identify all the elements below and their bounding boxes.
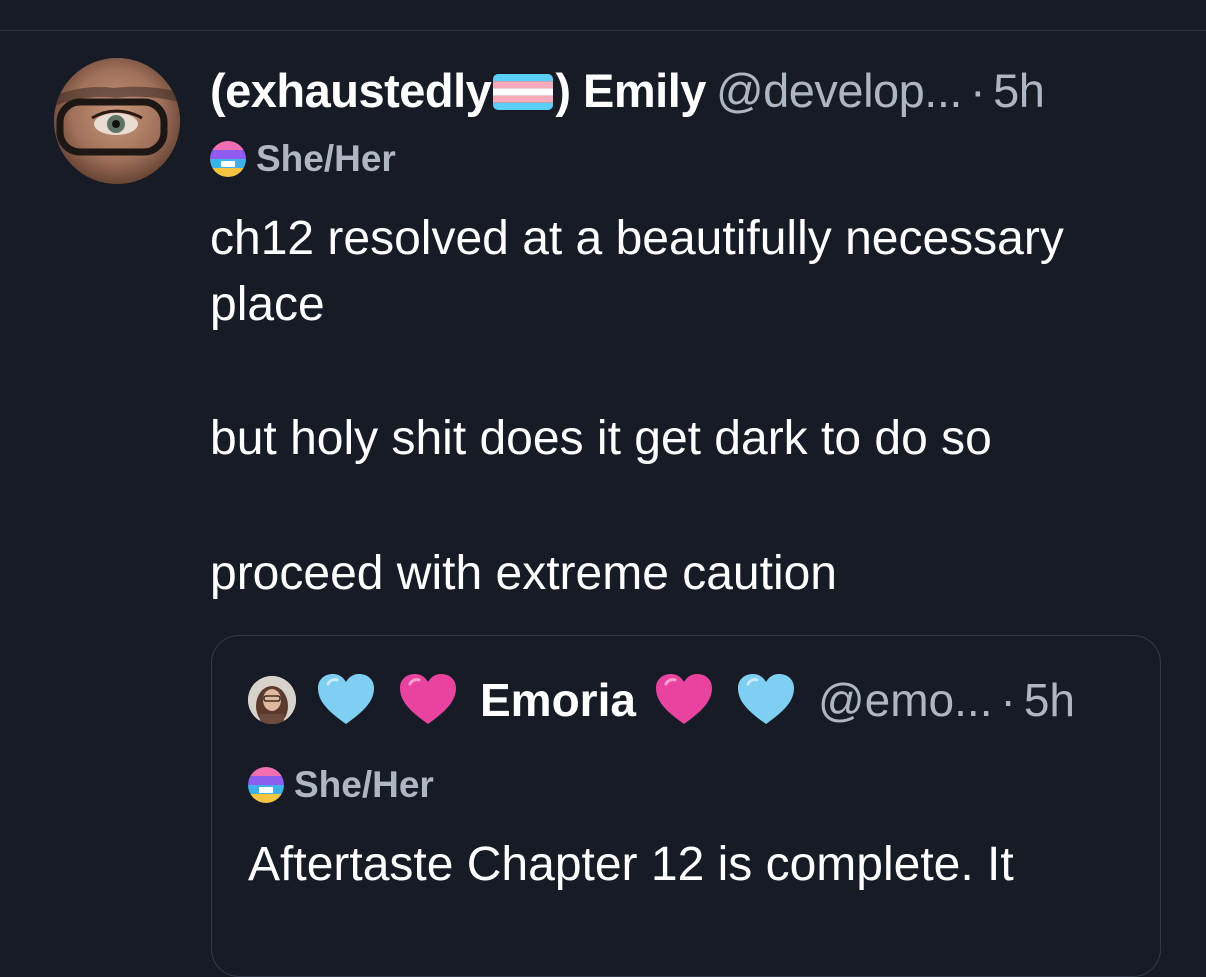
pronoun-badge-icon <box>248 767 284 803</box>
post-paragraph: ch12 resolved at a beautifully necessary… <box>210 212 1064 331</box>
display-name-prefix: (exhaustedly <box>210 64 492 117</box>
timestamp[interactable]: 5h <box>993 64 1045 117</box>
light-blue-heart-icon <box>736 672 796 728</box>
top-bar <box>0 0 1206 31</box>
avatar[interactable] <box>54 58 180 184</box>
quoted-avatar[interactable] <box>248 676 296 724</box>
quoted-post-body: Aftertaste Chapter 12 is complete. It <box>248 838 1014 891</box>
quoted-post-header: Emoria @emo... · 5h <box>248 670 1075 730</box>
post[interactable]: (exhaustedly) Emily @develop... · 5h She/He… <box>0 31 1206 977</box>
light-blue-heart-icon <box>316 672 376 728</box>
pink-heart-icon <box>398 672 458 728</box>
quoted-post[interactable]: Emoria @emo... · 5h She/Her Aftertaste C… <box>211 635 1161 977</box>
separator-dot: · <box>1000 674 1016 726</box>
separator-dot: · <box>969 64 986 117</box>
pronouns-badge: She/Her <box>210 137 396 181</box>
handle[interactable]: @develop... <box>716 64 963 117</box>
quoted-handle[interactable]: @emo... <box>818 673 993 727</box>
post-header: (exhaustedly ) Emily @develop... · 5h <box>210 61 1170 121</box>
quoted-pronouns-badge: She/Her <box>248 764 434 806</box>
post-paragraph: but holy shit does it get dark to do so <box>210 412 992 465</box>
display-name[interactable]: (exhaustedly ) Emily <box>210 64 706 117</box>
quoted-display-name[interactable]: Emoria <box>480 673 636 727</box>
post-body: ch12 resolved at a beautifully necessary… <box>210 206 1180 600</box>
post-paragraph: proceed with extreme caution <box>210 547 837 600</box>
pronoun-badge-icon <box>210 141 246 177</box>
pink-heart-icon <box>654 672 714 728</box>
trans-flag-icon <box>493 73 554 110</box>
quoted-timestamp[interactable]: 5h <box>1024 673 1075 727</box>
display-name-suffix: ) Emily <box>555 64 706 117</box>
quoted-pronouns-text: She/Her <box>294 764 434 805</box>
pronouns-text: She/Her <box>256 138 396 179</box>
